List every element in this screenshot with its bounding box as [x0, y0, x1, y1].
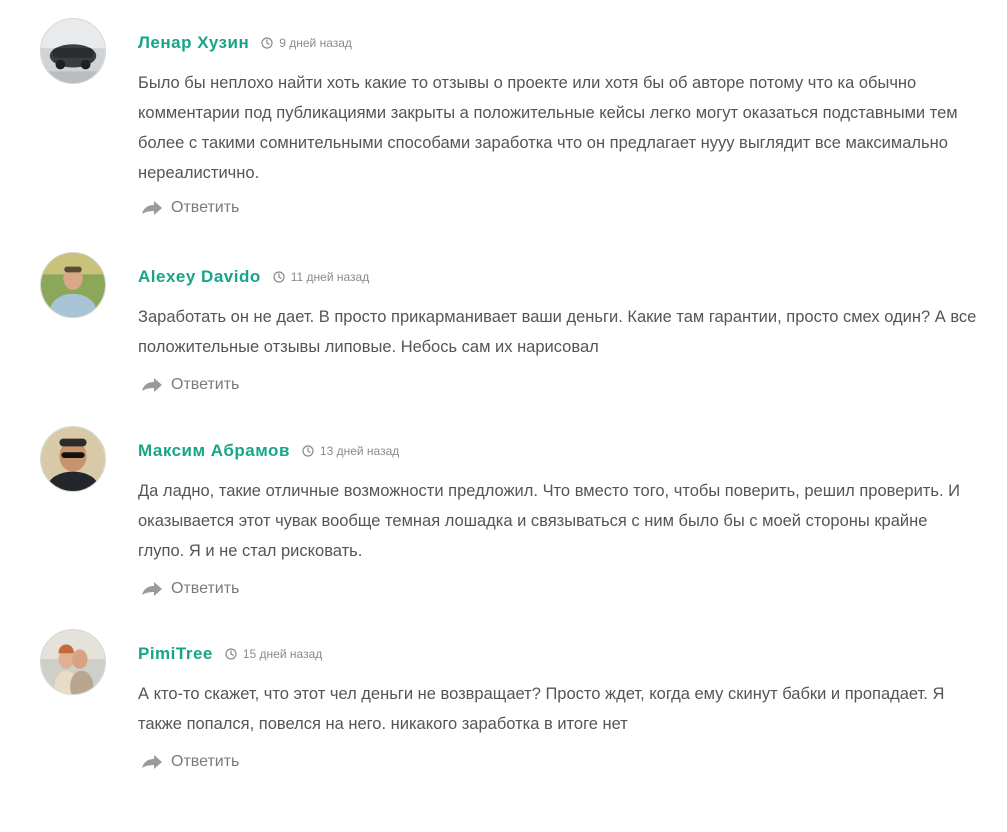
comment-meta: Максим Абрамов 13 дней назад [138, 439, 399, 463]
reply-label: Ответить [171, 199, 240, 216]
comment-date: 9 дней назад [279, 36, 352, 50]
avatar[interactable] [40, 629, 106, 695]
comment-date: 15 дней назад [242, 647, 323, 661]
avatar-image [41, 630, 105, 694]
reply-label: Ответить [171, 580, 240, 597]
comment-meta: PimiTree 15 дней назад [138, 642, 322, 666]
comment-date: 13 дней назад [319, 444, 400, 458]
comment-author[interactable]: Ленар Хузин [138, 33, 249, 53]
reply-button[interactable]: Ответить [141, 753, 239, 771]
comment-author[interactable]: PimiTree [138, 644, 213, 664]
comment-text: Заработать он не дает. В просто прикарма… [138, 308, 977, 356]
comment-meta: Ленар Хузин 9 дней назад [138, 31, 352, 55]
comment-text: Да ладно, такие отличные возможности пре… [138, 482, 960, 560]
clock-icon [273, 271, 285, 283]
clock-icon [302, 445, 314, 457]
avatar[interactable] [40, 252, 106, 318]
reply-arrow-icon [141, 754, 163, 770]
comment-author[interactable]: Максим Абрамов [138, 441, 290, 461]
avatar-image [41, 253, 105, 317]
reply-button[interactable]: Ответить [141, 199, 239, 217]
reply-button[interactable]: Ответить [141, 580, 239, 598]
reply-arrow-icon [141, 377, 163, 393]
comment-date: 11 дней назад [290, 270, 370, 284]
comment-text: А кто-то скажет, что этот чел деньги не … [138, 685, 945, 733]
reply-arrow-icon [141, 200, 163, 216]
comment-text: Было бы неплохо найти хоть какие то отзы… [138, 74, 958, 182]
reply-arrow-icon [141, 581, 163, 597]
comment-author[interactable]: Alexey Davido [138, 267, 261, 287]
avatar-image [41, 19, 105, 83]
clock-icon [261, 37, 273, 49]
reply-label: Ответить [171, 753, 240, 770]
avatar[interactable] [40, 426, 106, 492]
comment-meta: Alexey Davido 11 дней назад [138, 265, 369, 289]
avatar-image [41, 427, 105, 491]
avatar[interactable] [40, 18, 106, 84]
reply-button[interactable]: Ответить [141, 376, 239, 394]
clock-icon [225, 648, 237, 660]
reply-label: Ответить [171, 376, 240, 393]
